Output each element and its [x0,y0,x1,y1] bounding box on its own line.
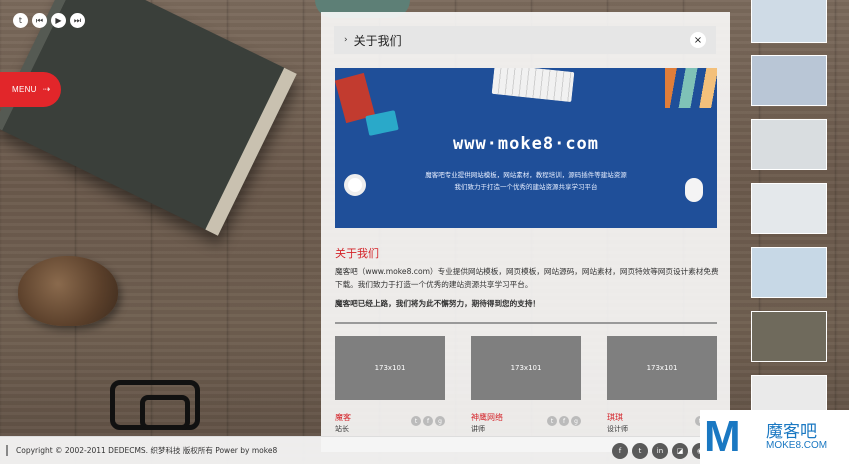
gallery-thumb[interactable] [751,119,827,170]
banner-line: 魔客吧专业提供网站模板，网站素材，教程培训，源码插件等建站资源 [425,171,627,179]
google-icon[interactable]: g [571,416,581,426]
panel-header: › 关于我们 × [334,26,716,54]
menu-button[interactable]: MENU ⇢ [0,72,61,107]
menu-label: MENU [12,85,37,94]
glasses-decoration [140,395,190,430]
team-member: 魔客 站长 t f g [335,412,445,435]
gallery-thumb[interactable] [751,247,827,298]
member-social: t f g [411,416,445,426]
play-icon[interactable]: ▶ [51,13,66,28]
pencils-illustration [665,68,717,108]
close-button[interactable]: × [690,32,706,48]
facebook-icon[interactable]: f [423,416,433,426]
logo-mark-icon: M [704,412,741,461]
twitter-icon[interactable]: t [632,443,648,459]
skip-forward-icon[interactable]: ⏭ [70,13,85,28]
linkedin-icon[interactable]: in [652,443,668,459]
pinecone-decoration [18,256,118,326]
banner-line: 我们致力于打造一个优秀的建站资源共享学习平台 [454,183,598,191]
gallery-thumb[interactable] [751,0,827,43]
about-panel: › 关于我们 × www·moke8·com 魔客吧专业提供网站模板，网站素材，… [321,12,730,452]
facebook-icon[interactable]: f [612,443,628,459]
team-thumb[interactable]: 173x101 [607,336,717,400]
media-controls: t ⏮ ▶ ⏭ [13,13,85,28]
banner-url: www·moke8·com [452,134,600,154]
copyright-text: Copyright © 2002-2011 DEDECMS. 织梦科技 版权所有… [6,445,277,456]
skip-back-icon[interactable]: ⏮ [32,13,47,28]
panel-title: 关于我们 [353,33,402,48]
divider [335,322,717,324]
twitter-icon[interactable]: t [547,416,557,426]
team-member: 神鹰网络 讲师 t f g [471,412,581,435]
google-icon[interactable]: g [435,416,445,426]
menu-arrow-icon: ⇢ [42,84,51,94]
team-thumb[interactable]: 173x101 [335,336,445,400]
member-social: t f g [547,416,581,426]
chevron-right-icon: › [344,35,348,45]
team-thumb[interactable]: 173x101 [471,336,581,400]
gallery-thumb[interactable] [751,311,827,362]
twitter-icon[interactable]: t [13,13,28,28]
gallery-thumb[interactable] [751,183,827,234]
banner-description: 魔客吧专业提供网站模板，网站素材，教程培训，源码插件等建站资源 我们致力于打造一… [335,169,717,193]
gallery-thumb[interactable] [751,55,827,106]
gallery-strip [751,0,827,440]
section-tagline: 魔客吧已经上路，我们将为此不懈努力，期待得到您的支持！ [335,299,541,308]
section-body: 魔客吧（www.moke8.com）专业提供网站模板，网页模板，网站源码，网站素… [335,267,719,289]
logo-domain: MOKE8.COM [766,440,828,451]
facebook-icon[interactable]: f [559,416,569,426]
keyboard-illustration [491,68,575,103]
banner-image: www·moke8·com 魔客吧专业提供网站模板，网站素材，教程培训，源码插件… [335,68,717,228]
twitter-icon[interactable]: t [411,416,421,426]
logo-name: 魔客吧 [766,422,817,442]
book-decoration [0,0,297,236]
site-logo[interactable]: M 魔客吧 MOKE8.COM [700,410,849,464]
section-title: 关于我们 [335,248,379,260]
delicious-icon[interactable]: ◪ [672,443,688,459]
